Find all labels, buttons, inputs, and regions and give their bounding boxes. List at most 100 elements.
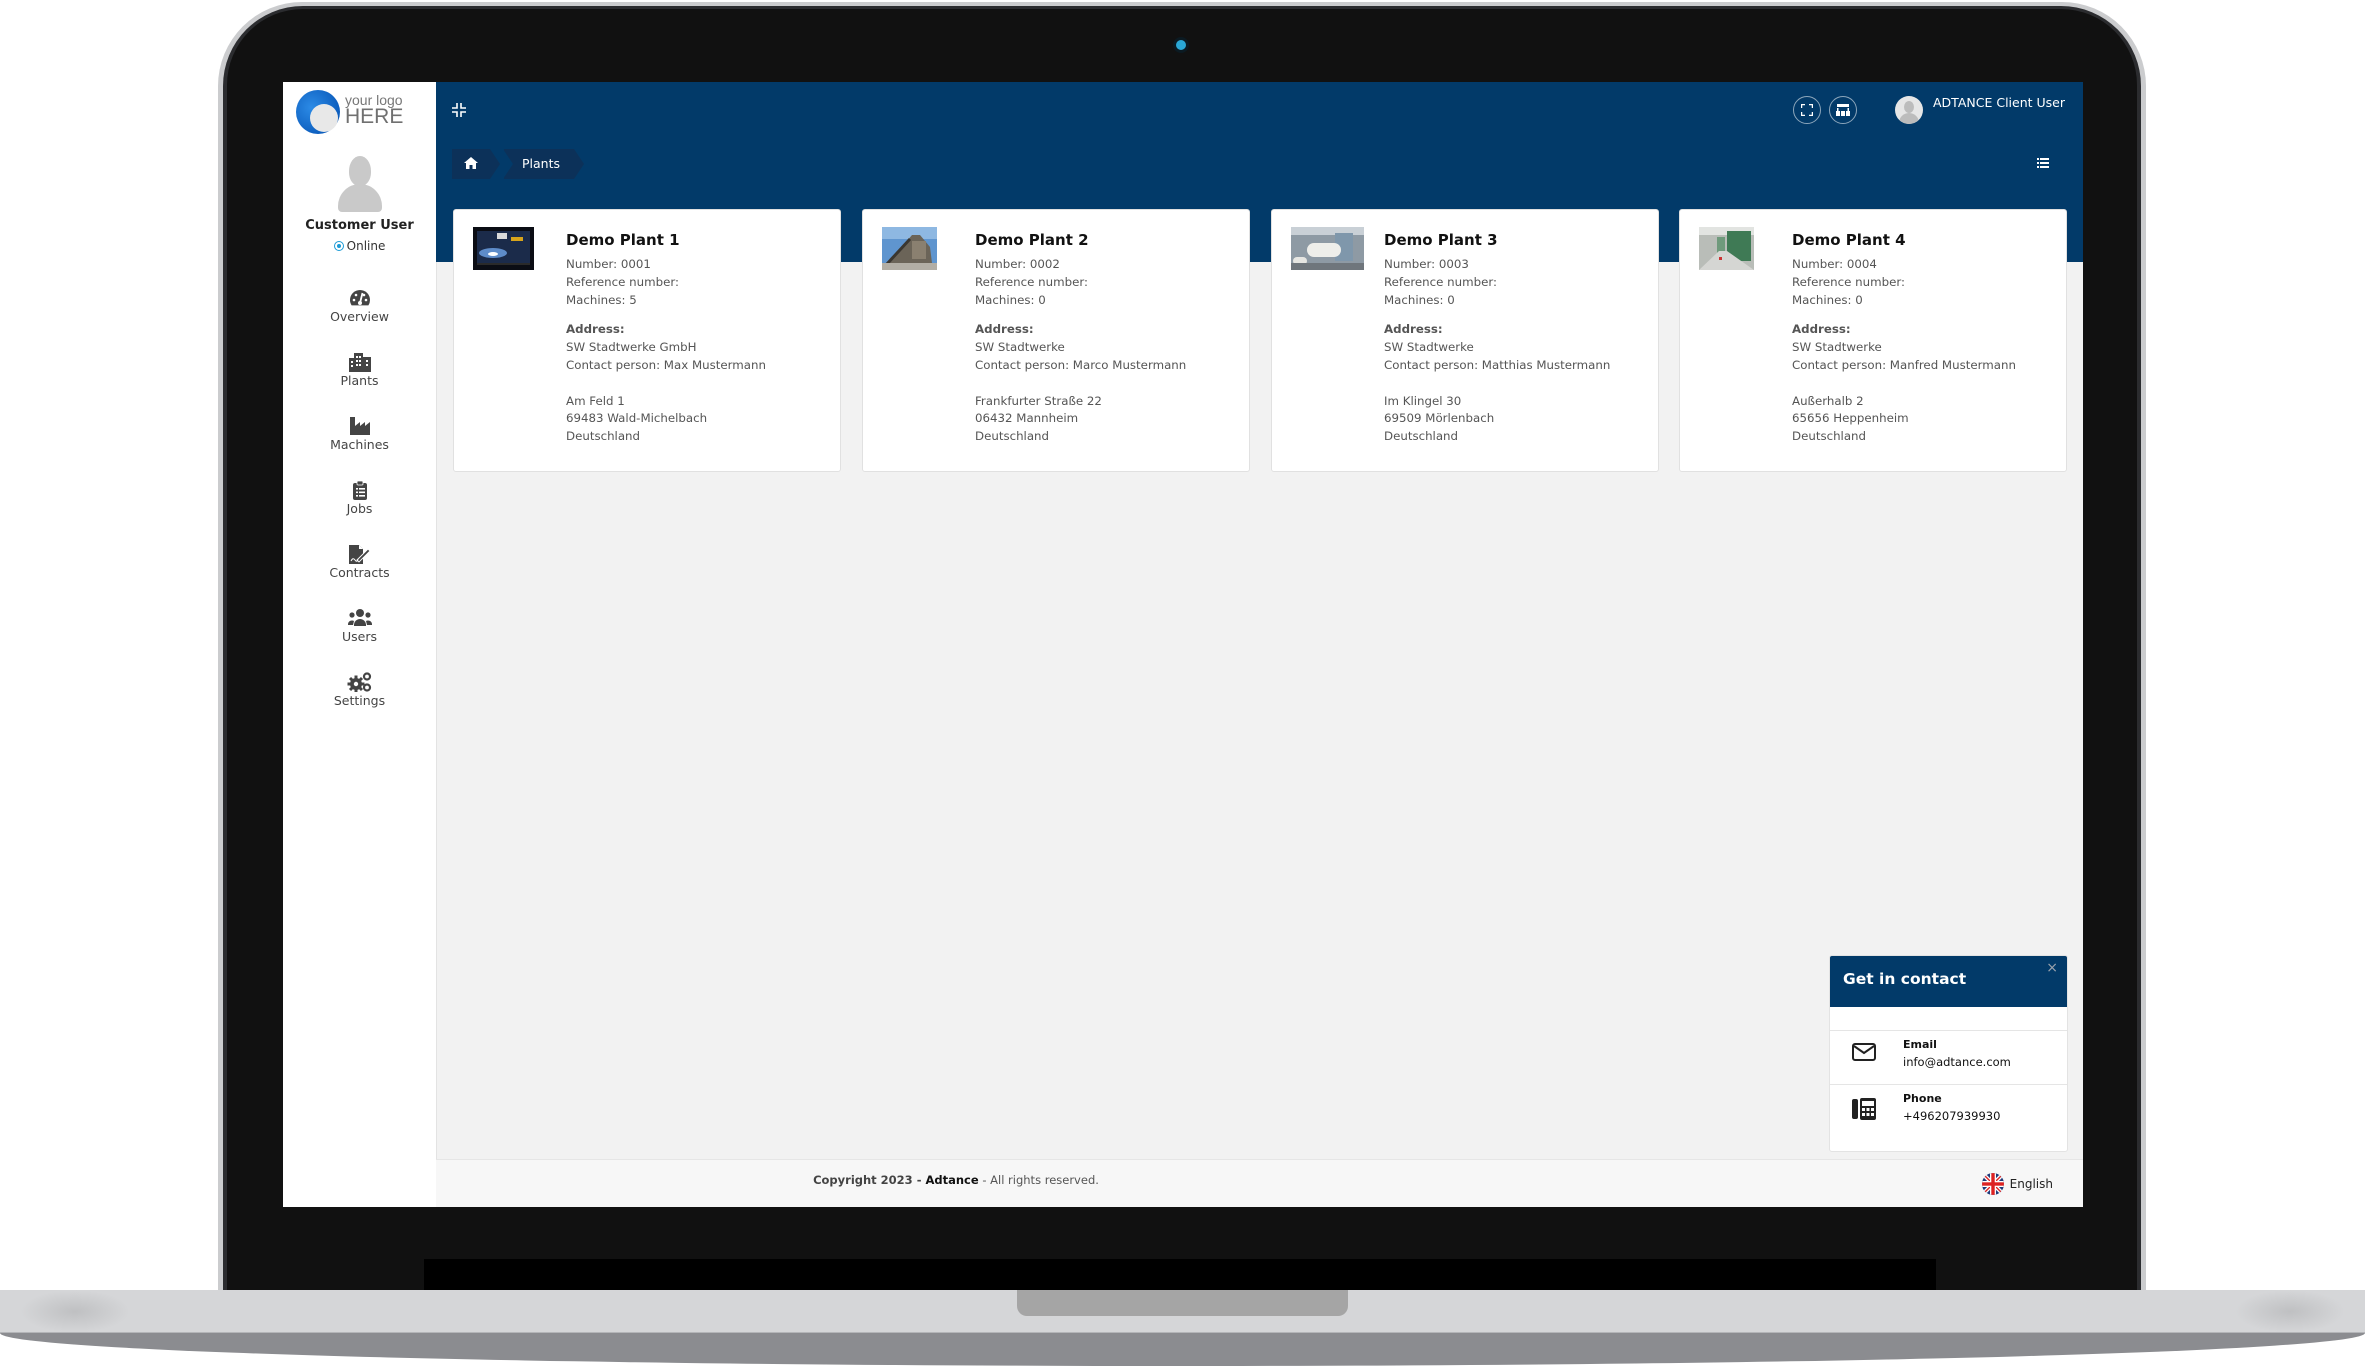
plant-contact: Contact person: Marco Mustermann [975,357,1187,372]
envelope-icon [1852,1043,1876,1061]
address-label: Address: [1384,322,1443,337]
plant-machines: Machines: 0 [1792,292,1863,307]
logo-text-line2: HERE [345,105,404,128]
plant-thumbnail[interactable] [882,227,937,270]
plant-street: Am Feld 1 [566,393,625,408]
compress-icon[interactable] [452,102,466,121]
contact-phone[interactable]: Phone +496207939930 [1830,1084,2067,1139]
language-label: English [2009,1177,2053,1191]
plant-details: Demo Plant 4 Number: 0004 Reference numb… [1792,230,2016,446]
sidebar-item-jobs[interactable]: Jobs [283,480,436,544]
sidebar-item-label: Machines [330,437,389,452]
plant-card[interactable]: Demo Plant 3 Number: 0003 Reference numb… [1271,209,1659,472]
clipboard-list-icon [352,480,367,500]
sidebar-item-label: Plants [340,373,379,388]
sidebar-item-label: Users [341,629,377,644]
plant-company: SW Stadtwerke GmbH [566,340,697,355]
address-label: Address: [566,322,625,337]
plant-thumbnail[interactable] [473,227,534,270]
home-icon [464,157,478,169]
org-structure-button[interactable] [1829,96,1857,124]
plant-machines: Machines: 5 [566,292,637,307]
plant-number: Number: 0003 [1384,257,1469,271]
plant-contact: Contact person: Matthias Mustermann [1384,357,1611,372]
cogs-icon [347,672,371,692]
plant-city: 06432 Mannheim [975,411,1079,426]
close-icon[interactable]: × [2046,960,2058,976]
breadcrumb-plants[interactable]: Plants [502,149,585,179]
webcam-icon [1176,40,1186,50]
list-view-toggle[interactable] [2037,153,2049,172]
plant-country: Deutschland [975,429,1050,444]
copyright-prefix: Copyright 2023 - [813,1173,926,1187]
logo-mark-icon [296,90,340,134]
user-menu-name[interactable]: ADTANCE Client User [1933,95,2065,111]
sidebar-item-overview[interactable]: Overview [283,288,436,352]
contact-email-value[interactable]: info@adtance.com [1903,1055,2011,1069]
copyright-suffix: - All rights reserved. [978,1173,1099,1187]
plant-reference: Reference number: [1384,274,1497,289]
plant-reference: Reference number: [1792,274,1905,289]
list-icon [2037,158,2049,168]
fax-phone-icon [1852,1098,1876,1120]
footer: Copyright 2023 - Adtance - All rights re… [436,1159,2083,1207]
plant-machines: Machines: 0 [1384,292,1455,307]
contact-email[interactable]: Email info@adtance.com [1830,1030,2067,1085]
fullscreen-icon [1801,104,1813,116]
plant-card[interactable]: Demo Plant 2 Number: 0002 Reference numb… [862,209,1250,472]
plant-title[interactable]: Demo Plant 3 [1384,230,1610,250]
plant-card[interactable]: Demo Plant 1 Number: 0001 Reference numb… [453,209,841,472]
sidebar-item-label: Contracts [329,565,390,580]
sidebar-item-plants[interactable]: Plants [283,352,436,416]
plant-number: Number: 0001 [566,257,651,271]
sitemap-icon [1836,104,1850,116]
plant-details: Demo Plant 1 Number: 0001 Reference numb… [566,230,766,446]
sidebar-item-settings[interactable]: Settings [283,672,436,736]
plant-street: Im Klingel 30 [1384,393,1462,408]
plant-title[interactable]: Demo Plant 1 [566,230,766,250]
laptop-hinge [424,1259,1936,1291]
plant-thumbnail[interactable] [1699,227,1754,270]
plant-number: Number: 0002 [975,257,1060,271]
building-icon [348,353,371,372]
avatar [337,156,382,212]
industry-icon [349,417,370,435]
fullscreen-button[interactable] [1793,96,1821,124]
users-icon [347,609,372,626]
laptop-notch [1017,1290,1348,1316]
online-status-label: Online [346,239,386,253]
plant-reference: Reference number: [975,274,1088,289]
sidebar-item-contracts[interactable]: Contracts [283,544,436,608]
sidebar-item-users[interactable]: Users [283,608,436,672]
plant-company: SW Stadtwerke [1792,340,1882,355]
plant-title[interactable]: Demo Plant 2 [975,230,1186,250]
sidebar-item-label: Jobs [346,501,373,516]
plant-country: Deutschland [566,429,641,444]
breadcrumb-home[interactable] [452,149,500,179]
contact-phone-value[interactable]: +496207939930 [1903,1109,2000,1123]
sidebar-item-label: Settings [333,693,386,708]
company-logo[interactable]: your logo HERE [296,90,416,138]
plant-details: Demo Plant 2 Number: 0002 Reference numb… [975,230,1186,446]
plant-contact: Contact person: Max Mustermann [566,357,766,372]
copyright: Copyright 2023 - Adtance - All rights re… [436,1173,1476,1187]
language-selector[interactable]: English [1981,1173,2053,1195]
user-profile: Customer User Online [283,156,436,253]
profile-name: Customer User [305,218,414,233]
user-avatar[interactable] [1895,96,1923,124]
laptop-base-lip [0,1333,2365,1366]
plant-contact: Contact person: Manfred Mustermann [1792,357,2016,372]
address-label: Address: [975,322,1034,337]
sidebar-item-machines[interactable]: Machines [283,416,436,480]
copyright-brand[interactable]: Adtance [925,1173,978,1187]
plant-title[interactable]: Demo Plant 4 [1792,230,2016,250]
dashboard-gauge-icon [349,290,370,306]
plant-card[interactable]: Demo Plant 4 Number: 0004 Reference numb… [1679,209,2067,472]
main-content: Plants ADTANCE Client User Demo Plant 1 … [436,82,2083,1207]
app-screen: your logo HERE Customer User Online Over… [283,82,2083,1207]
laptop-base-shade [20,1290,130,1333]
plant-machines: Machines: 0 [975,292,1046,307]
breadcrumb: Plants [452,149,588,179]
plant-thumbnail[interactable] [1291,227,1364,270]
contact-widget-title: Get in contact [1843,970,1967,988]
